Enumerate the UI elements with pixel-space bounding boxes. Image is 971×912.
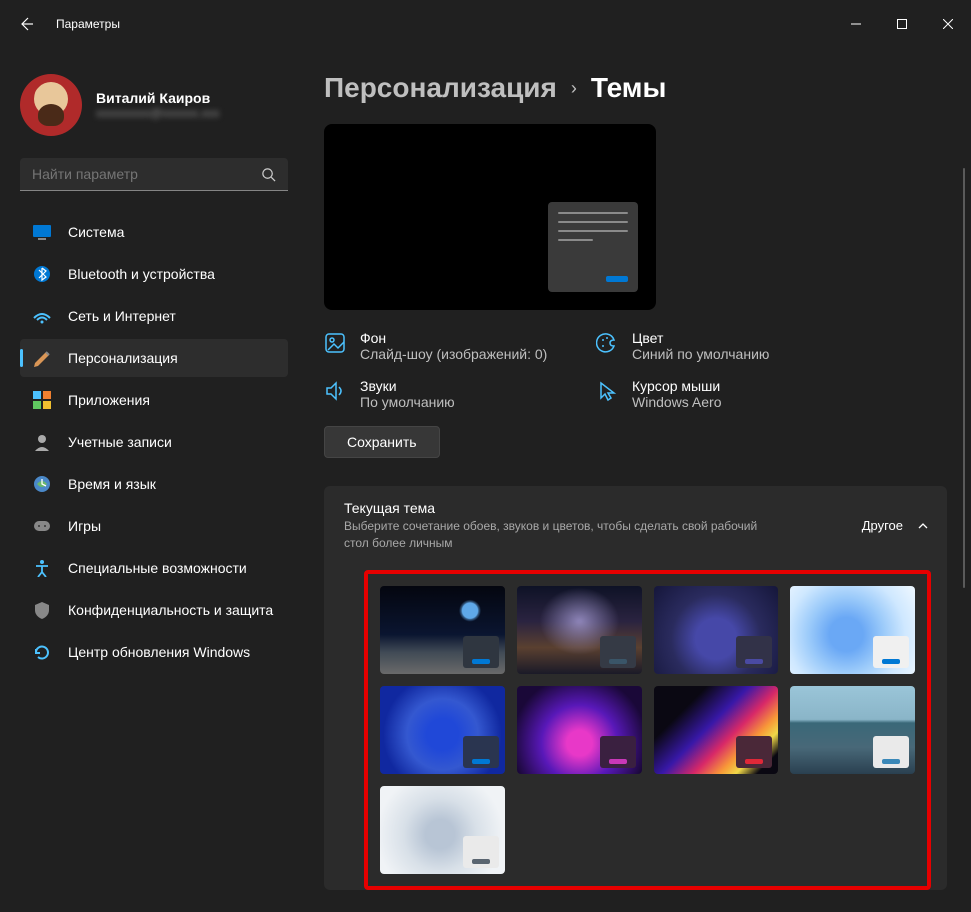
sidebar-item-label: Bluetooth и устройства [68, 266, 215, 282]
sidebar-item-network[interactable]: Сеть и Интернет [20, 297, 288, 335]
save-button[interactable]: Сохранить [324, 426, 440, 458]
network-icon [32, 306, 52, 326]
update-icon [32, 642, 52, 662]
scrollbar[interactable] [963, 168, 965, 588]
page-title: Темы [591, 72, 667, 104]
more-themes-button[interactable]: Другое [862, 518, 929, 533]
panel-title: Текущая тема [344, 500, 784, 516]
sidebar-item-label: Персонализация [68, 350, 178, 366]
sounds-link[interactable]: ЗвукиПо умолчанию [324, 378, 584, 410]
color-link[interactable]: ЦветСиний по умолчанию [596, 330, 856, 362]
user-email: xxxxxxxxx@xxxxxx.xxx [96, 106, 220, 120]
user-name: Виталий Каиров [96, 90, 220, 106]
window-controls [833, 4, 971, 44]
search-icon [261, 167, 276, 182]
sidebar-item-label: Система [68, 224, 124, 240]
close-button[interactable] [925, 4, 971, 44]
gaming-icon [32, 516, 52, 536]
sidebar-item-update[interactable]: Центр обновления Windows [20, 633, 288, 671]
theme-tile[interactable] [654, 586, 779, 674]
theme-tile[interactable] [380, 586, 505, 674]
theme-preview [324, 124, 656, 310]
avatar [20, 74, 82, 136]
sidebar-item-accounts[interactable]: Учетные записи [20, 423, 288, 461]
sidebar-item-accessibility[interactable]: Специальные возможности [20, 549, 288, 587]
titlebar: Параметры [0, 0, 971, 48]
theme-tile[interactable] [517, 686, 642, 774]
apps-icon [32, 390, 52, 410]
palette-icon [596, 332, 618, 354]
personalization-icon [32, 348, 52, 368]
cursor-link[interactable]: Курсор мышиWindows Aero [596, 378, 856, 410]
theme-tile[interactable] [790, 586, 915, 674]
sidebar-item-label: Учетные записи [68, 434, 172, 450]
panel-subtitle: Выберите сочетание обоев, звуков и цвето… [344, 518, 784, 552]
image-icon [324, 332, 346, 354]
theme-tile[interactable] [380, 786, 505, 874]
background-link[interactable]: ФонСлайд-шоу (изображений: 0) [324, 330, 584, 362]
theme-tile[interactable] [380, 686, 505, 774]
user-account-button[interactable]: Виталий Каиров xxxxxxxxx@xxxxxx.xxx [20, 74, 288, 136]
maximize-button[interactable] [879, 4, 925, 44]
time-icon [32, 474, 52, 494]
sidebar-item-gaming[interactable]: Игры [20, 507, 288, 545]
theme-tile[interactable] [790, 686, 915, 774]
sound-icon [324, 380, 346, 402]
sidebar-item-time[interactable]: Время и язык [20, 465, 288, 503]
sidebar-item-label: Приложения [68, 392, 150, 408]
sidebar-item-label: Конфиденциальность и защита [68, 602, 273, 618]
sidebar-item-bluetooth[interactable]: Bluetooth и устройства [20, 255, 288, 293]
bluetooth-icon [32, 264, 52, 284]
breadcrumb-parent[interactable]: Персонализация [324, 72, 557, 104]
theme-grid-highlight [364, 570, 931, 890]
back-button[interactable] [16, 16, 36, 32]
chevron-up-icon [917, 520, 929, 532]
sidebar-item-apps[interactable]: Приложения [20, 381, 288, 419]
privacy-icon [32, 600, 52, 620]
window-title: Параметры [56, 17, 120, 31]
sidebar-item-privacy[interactable]: Конфиденциальность и защита [20, 591, 288, 629]
current-theme-panel: Текущая тема Выберите сочетание обоев, з… [324, 486, 947, 890]
accounts-icon [32, 432, 52, 452]
breadcrumb: Персонализация › Темы [324, 72, 971, 104]
theme-tile[interactable] [517, 586, 642, 674]
system-icon [32, 222, 52, 242]
theme-tile[interactable] [654, 686, 779, 774]
sidebar: Виталий Каиров xxxxxxxxx@xxxxxx.xxx Сист… [0, 48, 300, 912]
search-box[interactable] [20, 158, 288, 191]
sidebar-item-system[interactable]: Система [20, 213, 288, 251]
sidebar-item-label: Игры [68, 518, 101, 534]
sidebar-item-label: Время и язык [68, 476, 156, 492]
sidebar-item-label: Сеть и Интернет [68, 308, 176, 324]
preview-window [548, 202, 638, 292]
minimize-button[interactable] [833, 4, 879, 44]
search-input[interactable] [32, 166, 261, 182]
sidebar-item-personalization[interactable]: Персонализация [20, 339, 288, 377]
cursor-icon [596, 380, 618, 402]
sidebar-item-label: Специальные возможности [68, 560, 247, 576]
sidebar-item-label: Центр обновления Windows [68, 644, 250, 660]
main-content: Персонализация › Темы ФонСлайд-шоу (изоб… [300, 48, 971, 912]
accessibility-icon [32, 558, 52, 578]
chevron-right-icon: › [571, 78, 577, 99]
